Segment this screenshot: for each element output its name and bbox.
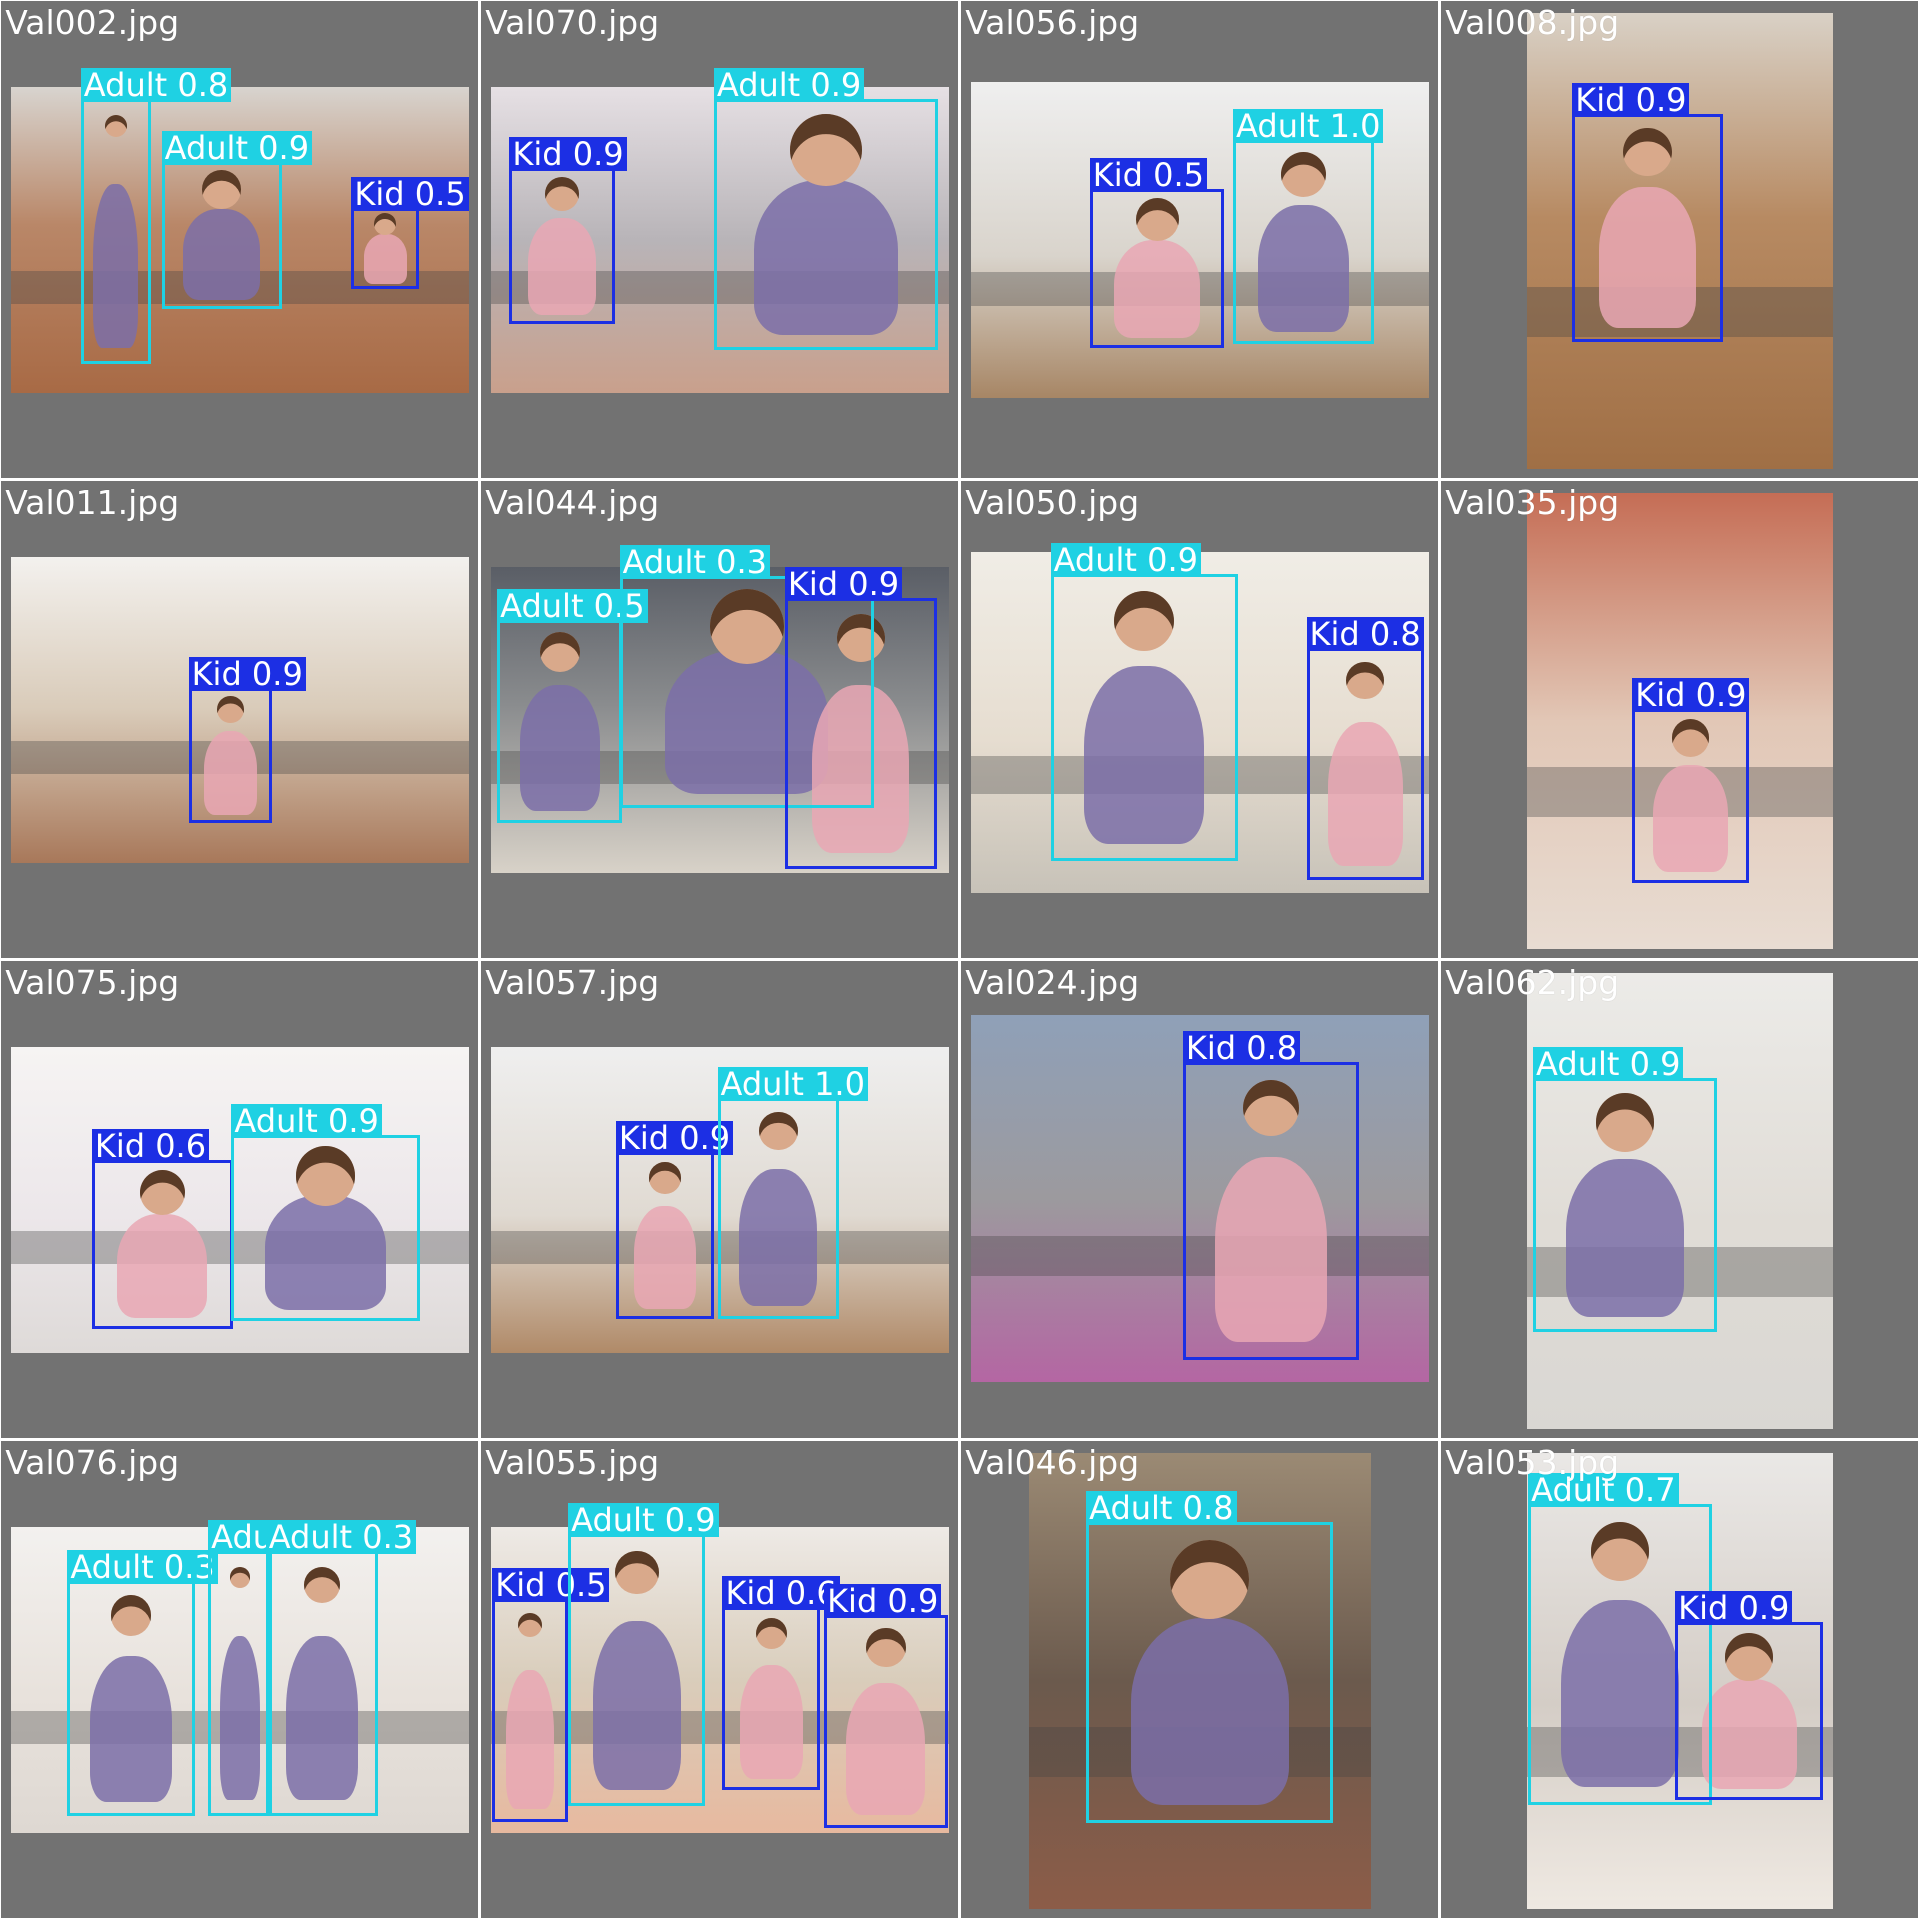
kid-detection-box: Kid 0.6 — [91, 1128, 233, 1329]
kid-detection-box: Kid 0.9 — [784, 566, 937, 870]
image-filename: Val076.jpg — [5, 1443, 180, 1483]
result-cell: Kid 0.5 Adult 0.9 Kid 0.6 Kid 0.9 Val055.jpg — [481, 1441, 958, 1918]
result-cell: Adult 0.9 Val062.jpg — [1441, 961, 1918, 1438]
detection-label: Kid 0.9 — [824, 1584, 942, 1619]
image-filename: Val008.jpg — [1445, 3, 1620, 43]
detection-label: Adult 0.9 — [1533, 1046, 1684, 1081]
result-cell: Kid 0.9 Adult 0.9 Val070.jpg — [481, 1, 958, 478]
result-cell: Adult 0.3Adult 0.3Adult 0.3Val076.jpg — [1, 1441, 478, 1918]
adult-detection-box: Adult 0.9 — [713, 68, 938, 351]
kid-detection-box: Kid 0.8 — [1182, 1030, 1360, 1361]
detection-label: Adult 0.9 — [231, 1104, 382, 1139]
result-cell: Kid 0.9 Adult 1.0 Val057.jpg — [481, 961, 958, 1438]
detection-label: Kid 0.8 — [1306, 616, 1424, 651]
kid-detection-box: Kid 0.9 — [615, 1121, 734, 1319]
detection-label: Adult 0.9 — [161, 130, 313, 165]
detection-label: Adult 0.9 — [1050, 543, 1202, 578]
adult-detection-box: Adult 0.9 — [1050, 543, 1238, 861]
result-cell: Adult 0.8 Val046.jpg — [961, 1441, 1438, 1918]
result-cell: Kid 0.9 Val035.jpg — [1441, 481, 1918, 958]
image-filename: Val062.jpg — [1445, 963, 1620, 1003]
detection-label: Kid 0.9 — [509, 136, 627, 171]
adult-detection-box: Adult 0.5 — [497, 588, 648, 823]
adult-detection-box: Adult 0.8 — [80, 68, 232, 364]
kid-detection-box: Kid 0.5 — [492, 1568, 610, 1823]
kid-detection-box: Kid 0.5 — [1089, 157, 1225, 348]
image-filename: Val044.jpg — [485, 483, 660, 523]
result-cell: Adult 0.7 Kid 0.9 Val053.jpg — [1441, 1441, 1918, 1918]
detection-label: Adult 1.0 — [1233, 108, 1384, 143]
image-filename: Val002.jpg — [5, 3, 180, 43]
result-cell: Kid 0.8 Val024.jpg — [961, 961, 1438, 1438]
adult-detection-box: Adult 0.9 — [231, 1104, 420, 1322]
kid-detection-box: Kid 0.9 — [509, 136, 627, 325]
result-cell: Kid 0.6 Adult 0.9 Val075.jpg — [1, 961, 478, 1438]
detection-label: Kid 0.9 — [1572, 82, 1690, 117]
detection-label: Adult 0.3 — [619, 544, 770, 579]
result-cell: Kid 0.9 Val011.jpg — [1, 481, 478, 958]
detection-label: Kid 0.9 — [1675, 1591, 1793, 1626]
detection-label: Adult 0.8 — [80, 68, 232, 103]
kid-detection-box: Kid 0.9 — [1572, 82, 1723, 342]
image-filename: Val046.jpg — [965, 1443, 1140, 1483]
detection-label: Kid 0.5 — [351, 177, 469, 212]
detection-label: Adult 0.3 — [265, 1520, 417, 1555]
image-filename: Val011.jpg — [5, 483, 180, 523]
detection-label: Kid 0.5 — [1089, 157, 1208, 192]
adult-detection-box: Adult 1.0 — [717, 1067, 868, 1319]
image-filename: Val056.jpg — [965, 3, 1140, 43]
image-filename: Val053.jpg — [1445, 1443, 1620, 1483]
adult-detection-box: Adult 0.9 — [568, 1503, 719, 1807]
image-filename: Val035.jpg — [1445, 483, 1620, 523]
detection-label: Kid 0.9 — [615, 1121, 734, 1156]
result-cell: Kid 0.9 Val008.jpg — [1441, 1, 1918, 478]
detection-results-grid: Adult 0.8 Adult 0.9 Kid 0.5 Val002.jpg Kid 0… — [0, 0, 1920, 1920]
image-filename: Val075.jpg — [5, 963, 180, 1003]
result-cell: Adult 0.8 Adult 0.9 Kid 0.5 Val002.jpg — [1, 1, 478, 478]
kid-detection-box: Kid 0.8 — [1306, 616, 1425, 881]
kid-detection-box: Kid 0.9 — [824, 1584, 948, 1829]
adult-detection-box: Adult 0.3 — [265, 1520, 417, 1816]
adult-detection-box: Adult 0.3 — [67, 1549, 218, 1816]
kid-detection-box: Kid 0.9 — [1675, 1591, 1824, 1800]
image-filename: Val055.jpg — [485, 1443, 660, 1483]
adult-detection-box: Adult 0.9 — [1533, 1046, 1717, 1333]
image-filename: Val050.jpg — [965, 483, 1140, 523]
image-filename: Val024.jpg — [965, 963, 1140, 1003]
detection-label: Kid 0.6 — [722, 1575, 840, 1610]
detection-label: Adult 0.9 — [713, 68, 865, 103]
detection-label: Adult 0.3 — [67, 1549, 218, 1584]
detection-label: Kid 0.9 — [1632, 677, 1750, 712]
result-cell: Adult 0.9 Kid 0.8 Val050.jpg — [961, 481, 1438, 958]
detection-label: Adult 0.9 — [568, 1503, 719, 1538]
image-filename: Val057.jpg — [485, 963, 660, 1003]
adult-detection-box: Adult 0.9 — [161, 130, 313, 309]
detection-label: Adult 0.8 — [1086, 1491, 1237, 1526]
kid-detection-box: Kid 0.5 — [351, 177, 469, 289]
result-cell: Kid 0.5 Adult 1.0 Val056.jpg — [961, 1, 1438, 478]
adult-detection-box: Adult 1.0 — [1233, 108, 1384, 345]
detection-label: Kid 0.8 — [1182, 1030, 1301, 1065]
kid-detection-box: Kid 0.9 — [188, 657, 306, 823]
detection-label: Adult 1.0 — [717, 1067, 868, 1102]
adult-detection-box: Adult 0.3 — [208, 1520, 359, 1816]
image-filename: Val070.jpg — [485, 3, 660, 43]
adult-detection-box: Adult 0.8 — [1086, 1491, 1334, 1824]
kid-detection-box: Kid 0.9 — [1632, 677, 1750, 883]
detection-label: Kid 0.9 — [188, 657, 306, 692]
kid-detection-box: Kid 0.6 — [722, 1575, 840, 1791]
result-cell: Adult 0.5 Adult 0.3 Kid 0.9 Val044.jpg — [481, 481, 958, 958]
detection-label: Kid 0.9 — [784, 566, 903, 601]
detection-label: Kid 0.6 — [91, 1128, 210, 1163]
